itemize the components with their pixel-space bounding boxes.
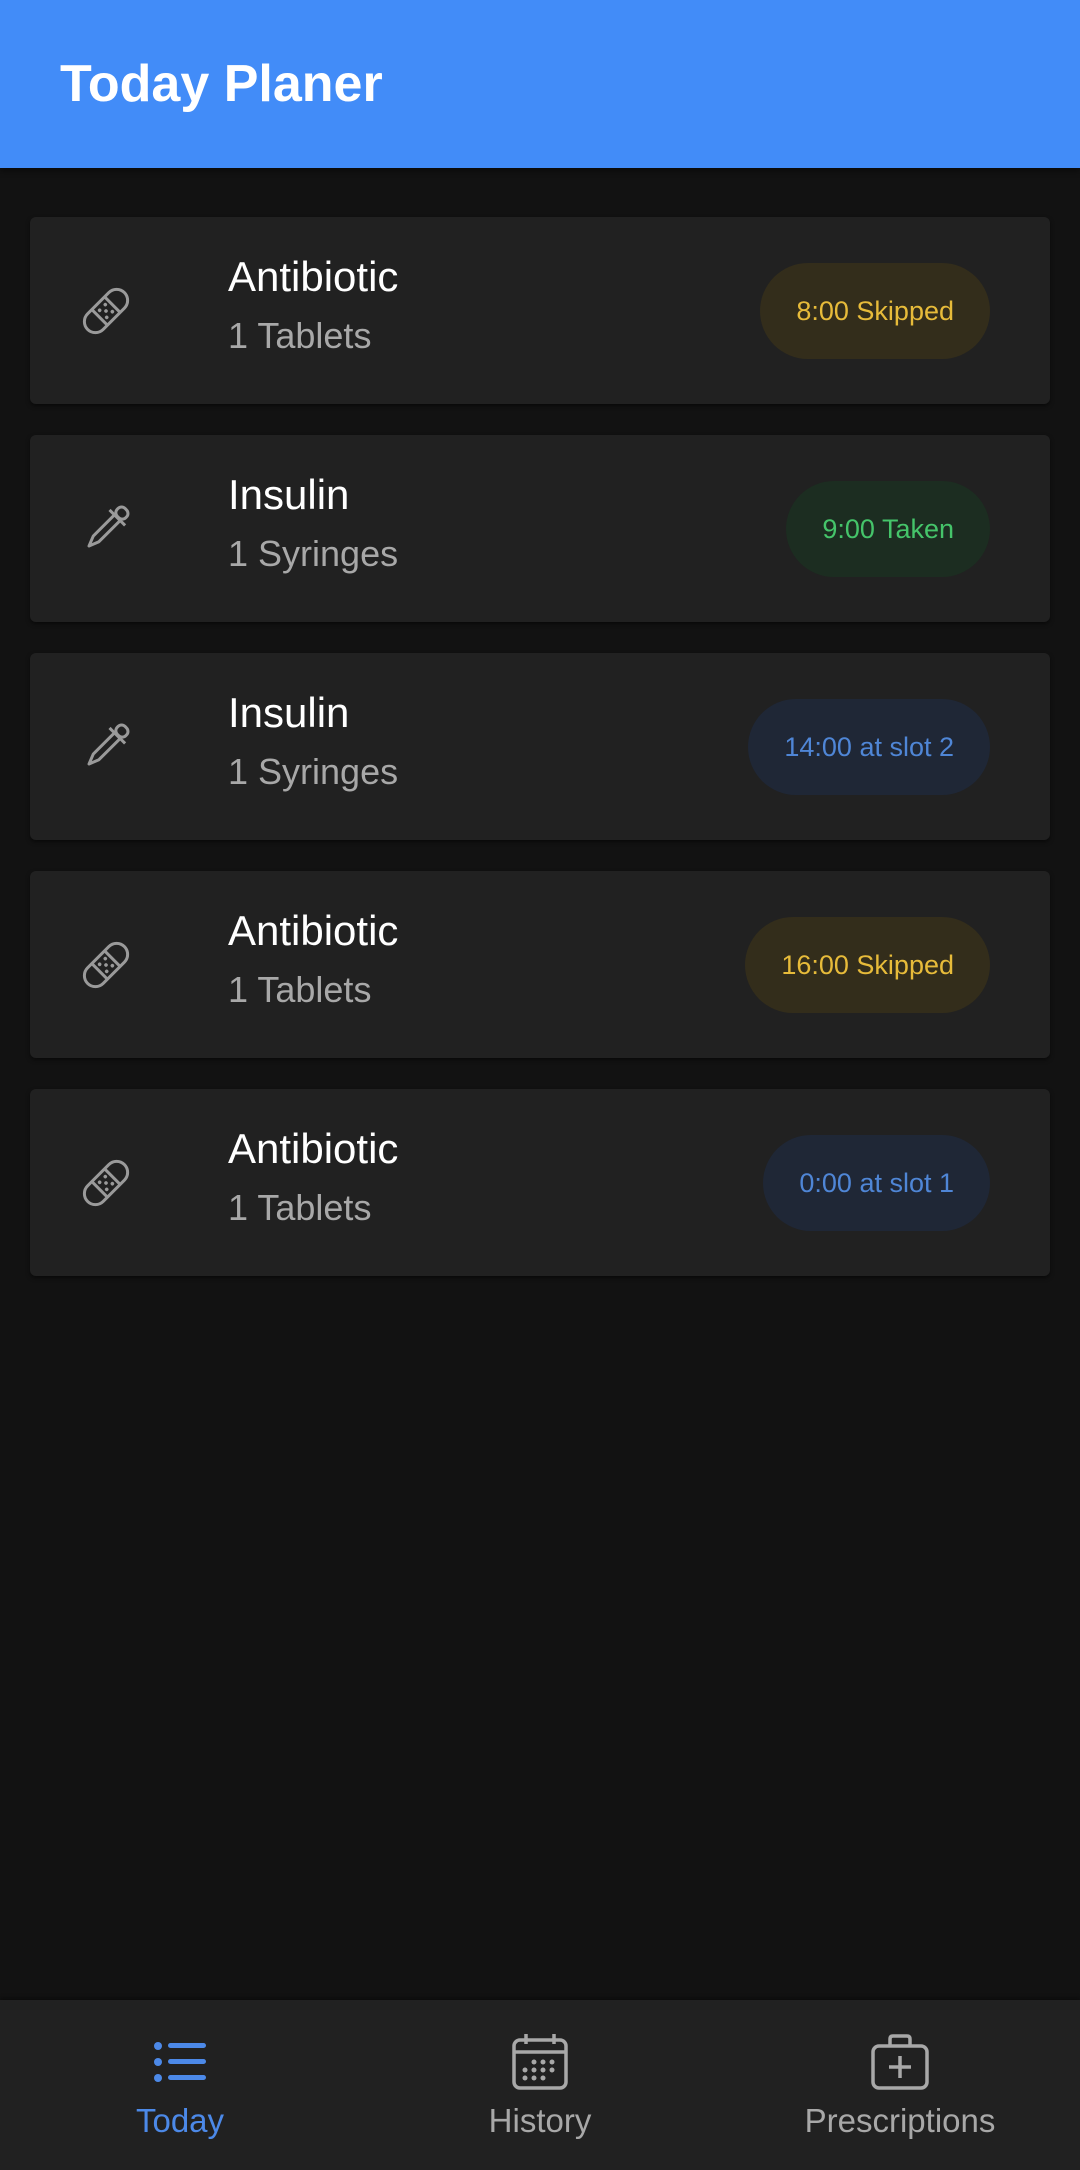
medication-name: Antibiotic: [228, 1125, 399, 1172]
bandage-icon: [76, 281, 136, 341]
status-badge[interactable]: 8:00 Skipped: [760, 263, 990, 359]
nav-label: Prescriptions: [804, 2102, 996, 2139]
status-badge[interactable]: 0:00 at slot 1: [763, 1135, 990, 1231]
nav-item-today[interactable]: Today: [0, 2000, 360, 2170]
medication-card[interactable]: Antibiotic 1 Tablets 0:00 at slot 1: [30, 1089, 1050, 1276]
bandage-icon: [76, 1153, 136, 1213]
medication-dose: 1 Syringes: [228, 751, 399, 792]
medication-list: Antibiotic 1 Tablets 8:00 Skipped Insuli…: [30, 217, 1050, 1307]
medication-card[interactable]: Antibiotic 1 Tablets 16:00 Skipped: [30, 871, 1050, 1058]
medication-name: Insulin: [228, 471, 350, 518]
bottom-navigation: Today History Prescriptions: [0, 2000, 1080, 2170]
medication-name: Antibiotic: [228, 253, 399, 300]
medication-card[interactable]: Antibiotic 1 Tablets 8:00 Skipped: [30, 217, 1050, 404]
nav-item-prescriptions[interactable]: Prescriptions: [720, 2000, 1080, 2170]
medication-dose: 1 Syringes: [228, 533, 399, 574]
page-title: Today Planer: [60, 55, 383, 113]
medication-dose: 1 Tablets: [228, 1187, 372, 1228]
list-icon: [150, 2032, 210, 2092]
app-bar: Today Planer: [0, 0, 1080, 168]
medical-bag-icon: [870, 2032, 930, 2092]
status-badge[interactable]: 16:00 Skipped: [745, 917, 990, 1013]
medication-card[interactable]: Insulin 1 Syringes 14:00 at slot 2: [30, 653, 1050, 840]
nav-label: History: [488, 2102, 592, 2139]
nav-label: Today: [135, 2102, 225, 2139]
medication-name: Insulin: [228, 689, 350, 736]
medication-name: Antibiotic: [228, 907, 399, 954]
status-badge[interactable]: 14:00 at slot 2: [748, 699, 990, 795]
dropper-icon: [76, 717, 136, 777]
nav-item-history[interactable]: History: [360, 2000, 720, 2170]
calendar-icon: [510, 2032, 570, 2092]
medication-dose: 1 Tablets: [228, 969, 372, 1010]
medication-dose: 1 Tablets: [228, 315, 372, 356]
status-badge[interactable]: 9:00 Taken: [786, 481, 990, 577]
medication-card[interactable]: Insulin 1 Syringes 9:00 Taken: [30, 435, 1050, 622]
dropper-icon: [76, 499, 136, 559]
bandage-icon: [76, 935, 136, 995]
